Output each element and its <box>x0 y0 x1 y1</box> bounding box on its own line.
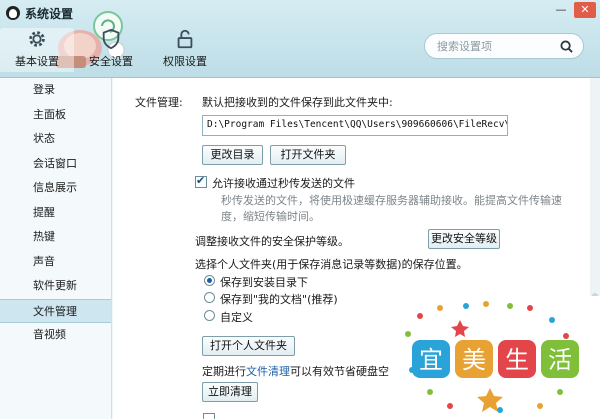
sidebar: 登录 主面板 状态 会话窗口 信息展示 提醒 热键 声音 软件更新 文件管理 音… <box>0 78 112 419</box>
minimize-button[interactable]: — <box>550 2 572 18</box>
search-box[interactable] <box>424 33 584 59</box>
tab-label: 安全设置 <box>89 55 133 68</box>
clean-now-button[interactable]: 立即清理 <box>202 382 258 402</box>
quick-transfer-desc-2: 度，缩短传输时间。 <box>221 210 320 223</box>
sidebar-item-file-management[interactable]: 文件管理 <box>0 298 111 323</box>
search-icon[interactable] <box>560 40 573 53</box>
default-save-text: 默认把接收到的文件保存到此文件夹中: <box>202 96 393 109</box>
change-security-level-button[interactable]: 更改安全等级 <box>428 229 500 249</box>
radio-install-dir[interactable] <box>204 275 215 286</box>
section-label: 文件管理: <box>135 96 183 109</box>
radio-custom[interactable] <box>204 310 215 321</box>
sidebar-item-chat-window[interactable]: 会话窗口 <box>0 152 111 177</box>
personal-folder-text: 选择个人文件夹(用于保存消息记录等数据)的保存位置。 <box>195 258 468 271</box>
radio-my-documents[interactable] <box>204 292 215 303</box>
radio-my-documents-label: 保存到"我的文档"(推荐) <box>220 293 338 306</box>
search-input[interactable] <box>437 39 557 53</box>
sidebar-item-main-panel[interactable]: 主面板 <box>0 103 111 128</box>
sidebar-item-login[interactable]: 登录 <box>0 78 111 103</box>
allow-quick-transfer-label: 允许接收通过秒传发送的文件 <box>212 177 355 190</box>
cleanup-prefix: 定期进行 <box>202 365 246 378</box>
allow-quick-transfer-checkbox[interactable] <box>195 174 207 188</box>
security-level-text: 调整接收文件的安全保护等级。 <box>195 235 349 248</box>
radio-custom-label: 自定义 <box>220 311 253 324</box>
gear-icon <box>29 31 45 47</box>
open-folder-button[interactable]: 打开文件夹 <box>270 145 346 165</box>
save-path-field[interactable]: D:\Program Files\Tencent\QQ\Users\909660… <box>202 115 508 136</box>
svg-text:生: 生 <box>505 346 529 374</box>
tab-security-settings[interactable]: 安全设置 <box>74 28 148 72</box>
header: 系统设置 — ✕ 基本设置 安全设置 权限设置 搜索设置项 <box>0 0 600 78</box>
svg-text:宜: 宜 <box>419 346 443 374</box>
quick-transfer-desc-1: 秒传发送的文件，将使用极速缓存服务器辅助接收。能提高文件传输速 <box>221 194 562 207</box>
close-button[interactable]: ✕ <box>574 2 596 18</box>
qq-penguin-icon <box>6 6 20 20</box>
sidebar-item-reminder[interactable]: 提醒 <box>0 201 111 226</box>
sidebar-item-hotkeys[interactable]: 热键 <box>0 225 111 250</box>
tab-label: 权限设置 <box>163 55 207 68</box>
sidebar-item-sound[interactable]: 声音 <box>0 250 111 275</box>
cleanup-suffix: 可以有效节省硬盘空间 <box>290 365 400 378</box>
tab-permission-settings[interactable]: 权限设置 <box>148 28 222 72</box>
sidebar-item-audio-video[interactable]: 音视频 <box>0 323 111 348</box>
watermark-logo: 宜 美 生 活 <box>390 296 600 419</box>
lock-icon <box>177 29 193 49</box>
file-cleanup-link[interactable]: 文件清理 <box>246 365 290 378</box>
tab-basic-settings[interactable]: 基本设置 <box>0 28 74 72</box>
change-directory-button[interactable]: 更改目录 <box>202 145 263 165</box>
sidebar-item-status[interactable]: 状态 <box>0 127 111 152</box>
open-personal-folder-button[interactable]: 打开个人文件夹 <box>202 336 295 356</box>
svg-text:美: 美 <box>462 346 486 374</box>
partially-visible-checkbox[interactable] <box>203 413 215 419</box>
svg-text:活: 活 <box>548 346 572 374</box>
radio-install-dir-label: 保存到安装目录下 <box>220 276 308 289</box>
tab-label: 基本设置 <box>15 55 59 68</box>
sidebar-item-info-display[interactable]: 信息展示 <box>0 176 111 201</box>
shield-icon <box>102 28 120 50</box>
sidebar-item-software-update[interactable]: 软件更新 <box>0 274 111 299</box>
cleanup-text: 定期进行文件清理可以有效节省硬盘空间 <box>202 363 400 379</box>
top-tabs: 基本设置 安全设置 权限设置 <box>0 28 222 72</box>
window-controls: — ✕ <box>550 2 596 18</box>
